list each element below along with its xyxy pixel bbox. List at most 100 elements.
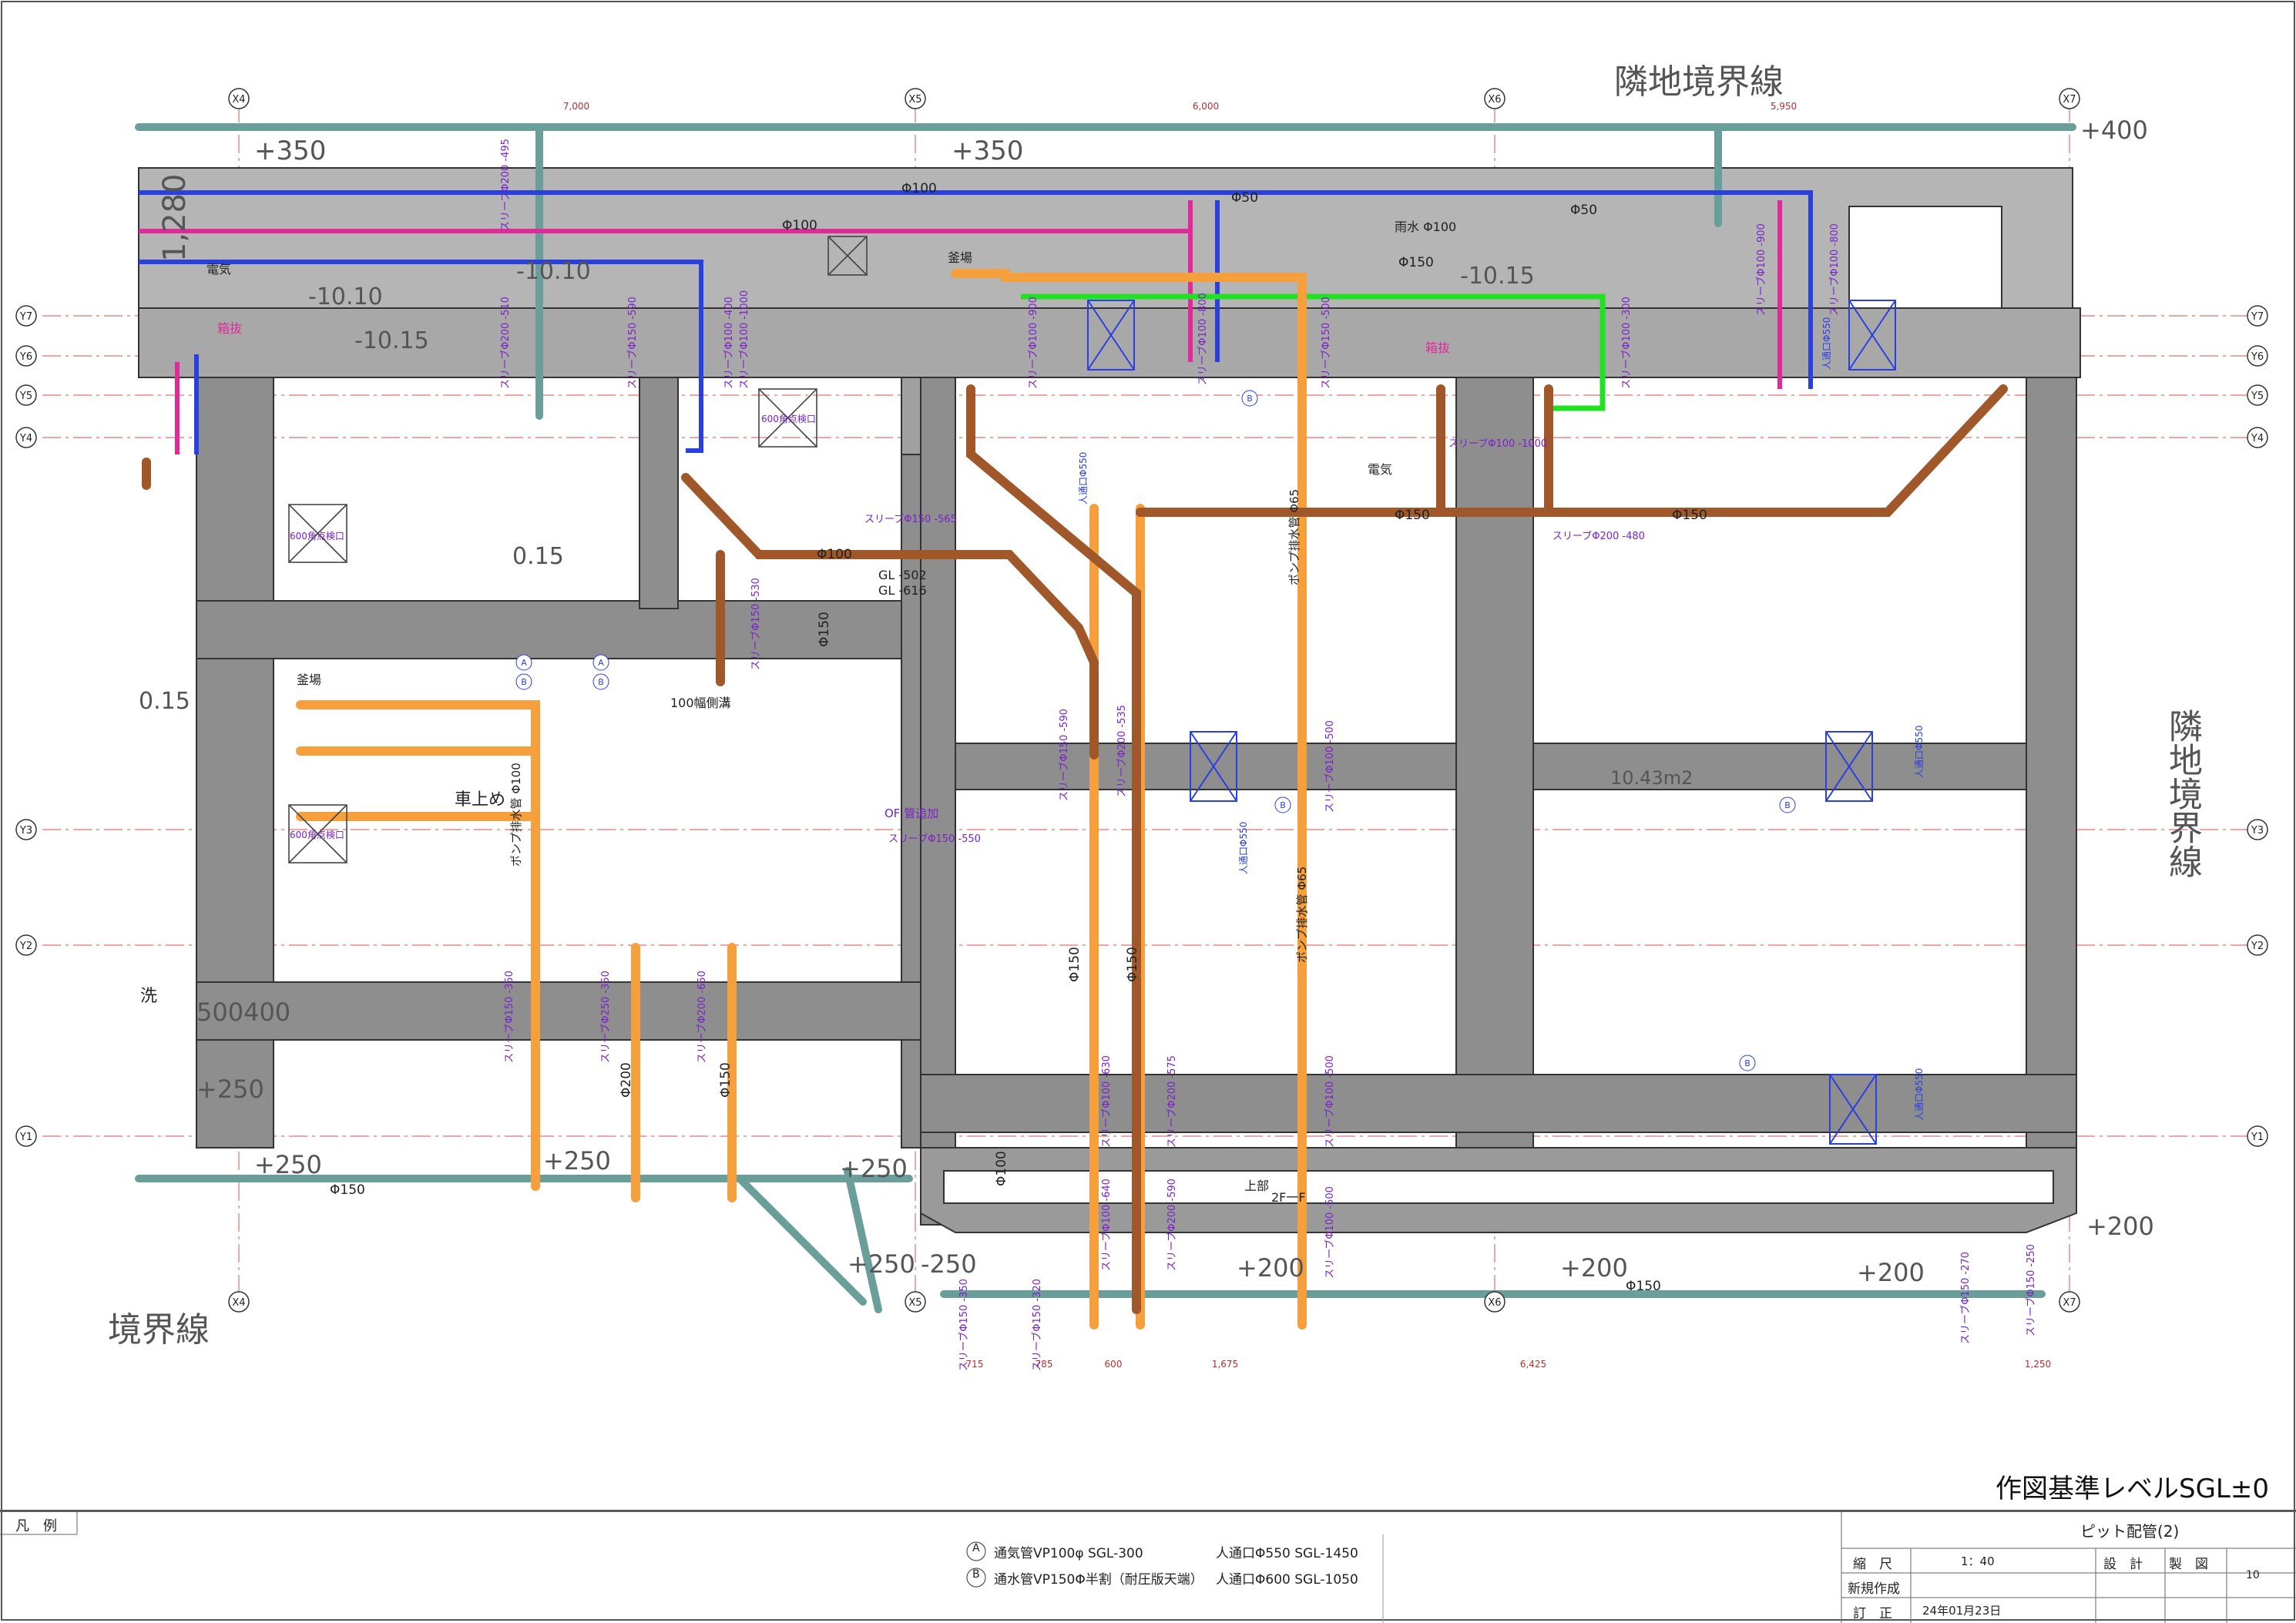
pipe-diameter-label: Φ150 — [817, 612, 832, 647]
gl-note-1: GL -502 — [878, 568, 927, 582]
pipe-diameter-label: Φ150 — [1067, 947, 1083, 982]
marker-letter: B — [1744, 1058, 1751, 1068]
revision-date: 24年01月23日 — [1922, 1604, 2002, 1618]
level-label: +350 — [952, 136, 1023, 166]
sleeve-label: スリーブΦ100 -1000 — [738, 290, 750, 389]
room-label: 箱抜 — [217, 321, 242, 336]
grid-bubble-left-y1: Y1 — [19, 1132, 32, 1143]
pipe-diameter-label: Φ150 — [330, 1182, 365, 1198]
floor-level: -10.10 — [516, 258, 591, 285]
grid-bubble-right-y2: Y2 — [2251, 941, 2264, 952]
manhole-label: 人通口Φ550 — [1078, 452, 1089, 505]
hatch-label: 600角点検口 — [290, 830, 344, 840]
pump-pipe-label: ポンプ排水管 Φ65 — [1287, 489, 1301, 585]
level-label: +250 — [848, 1249, 915, 1279]
room-label: 上部 — [1244, 1179, 1269, 1193]
sleeve-label: スリーブΦ150 -550 — [888, 833, 981, 845]
marker-letter: B — [1784, 800, 1791, 810]
sleeve-label: スリーブΦ150 -350 — [503, 971, 515, 1063]
sheet-name: ピット配管(2) — [2080, 1522, 2180, 1541]
sleeve-label: スリーブΦ100 -800 — [1197, 293, 1209, 385]
scale-label: 縮 尺 — [1853, 1557, 1892, 1572]
marker-letter: B — [1247, 394, 1253, 404]
level-label: +250 — [196, 1075, 264, 1104]
pump-pipe-label: ポンプ排水管 Φ65 — [1295, 867, 1309, 963]
sleeve-label: スリーブΦ200 -650 — [696, 971, 708, 1063]
level-label: 500400 — [196, 998, 290, 1027]
boundary-right-label: 隣地境界線 — [2163, 709, 2202, 878]
floor-level: 0.15 — [139, 688, 190, 715]
sleeve-label: スリーブΦ150 -250 — [2025, 1244, 2037, 1336]
sleeve-label: スリーブΦ200 -510 — [499, 297, 512, 389]
room-label: 100幅側溝 — [670, 696, 731, 710]
room-label: 洗 — [140, 987, 157, 1006]
dimension-bottom: 600 — [1105, 1359, 1123, 1370]
sleeve-label: スリーブΦ200 -590 — [1166, 1179, 1178, 1271]
sleeve-label: スリーブΦ200 -535 — [1116, 705, 1128, 797]
floor-level: -10.15 — [354, 327, 429, 354]
grid-bubble-right-y7: Y7 — [2251, 311, 2264, 323]
legend-title: 凡 例 — [15, 1518, 57, 1534]
sleeve-label: スリーブΦ250 -350 — [599, 971, 612, 1063]
pipe-diameter-label: Φ100 — [901, 181, 937, 196]
legend-marker-b: B — [972, 1568, 980, 1581]
marker-letter: B — [1280, 800, 1286, 810]
level-label: +250 — [254, 1150, 322, 1179]
sleeve-label: スリーブΦ150 -500 — [1320, 297, 1332, 389]
level-label: +200 — [1237, 1253, 1304, 1283]
grid-bubble-right-y4: Y4 — [2251, 433, 2264, 444]
sleeve-label: スリーブΦ200 -480 — [1552, 530, 1645, 542]
sleeve-label: スリーブΦ150 -320 — [1031, 1279, 1043, 1371]
pipe-diameter-label: Φ150 — [1626, 1279, 1661, 1294]
hatch-label: 600角点検口 — [761, 414, 816, 424]
grid-bubble-bottom-x7: X7 — [2063, 1297, 2076, 1309]
grid-bubble-left-y5: Y5 — [19, 391, 32, 402]
room-label: 釜場 — [297, 672, 321, 687]
sleeve-label: スリーブΦ150 -590 — [1058, 709, 1070, 801]
sleeve-label: スリーブΦ200 -575 — [1166, 1055, 1178, 1148]
marker-letter: B — [521, 677, 527, 687]
grid-bubble-right-y1: Y1 — [2251, 1132, 2264, 1143]
level-label: +350 — [254, 136, 326, 166]
sleeve-label: スリーブΦ150 -530 — [750, 578, 762, 670]
grid-bubble-top-x6: X6 — [1488, 94, 1501, 106]
pit-piping-plan: X4 X5 X6 X7 X4 X5 X6 X7 Y7 Y7 Y6 Y6 Y5 Y5 Y4 Y4 Y3 Y3 Y2 Y2… — [1, 1, 2295, 1621]
grid-bubble-top-x7: X7 — [2063, 94, 2076, 106]
sleeve-label: スリーブΦ150 -590 — [626, 297, 639, 389]
floor-level: 1,280 — [157, 173, 193, 262]
pipe-diameter-label: Φ150 — [1398, 255, 1434, 270]
pipe-diameter-label: Φ100 — [994, 1151, 1009, 1186]
sleeve-label: スリーブΦ100 -640 — [1100, 1179, 1113, 1271]
manhole-label: 人通口Φ550 — [1914, 1068, 1925, 1121]
pipe-diameter-label: Φ100 — [782, 218, 817, 233]
boundary-top-label: 隣地境界線 — [1614, 62, 1784, 102]
dimension-top: 7,000 — [563, 101, 589, 112]
floor-level: 0.15 — [512, 543, 564, 570]
sleeve-label: スリーブΦ150 -565 — [864, 513, 957, 525]
legend-area: 凡 例 A 通気管VP100φ SGL-300 B 通水管VP150Φ半割（耐圧… — [0, 1510, 2296, 1623]
manhole-label: 人通口Φ550 — [1238, 822, 1249, 874]
grid-bubble-left-y4: Y4 — [19, 433, 32, 444]
dimension-bottom: 1,675 — [1212, 1359, 1238, 1370]
sleeve-label: スリーブΦ100 -800 — [1828, 223, 1841, 316]
sleeve-label: スリーブΦ100 -500 — [1324, 720, 1336, 813]
grid-bubble-left-y2: Y2 — [19, 941, 32, 952]
room-label: 釜場 — [948, 250, 972, 265]
legend-marker-a: A — [972, 1542, 980, 1554]
dimension-top: 6,000 — [1193, 101, 1219, 112]
pipe-diameter-label: Φ150 — [1672, 508, 1707, 523]
revision-label: 訂 正 — [1853, 1606, 1892, 1621]
marker-letter: A — [521, 658, 527, 668]
legend-item-a: 通気管VP100φ SGL-300 — [994, 1546, 1143, 1561]
sleeve-label: スリーブΦ100 -500 — [1324, 1055, 1336, 1148]
design-label: 設 計 — [2103, 1557, 2143, 1572]
grid-bubble-bottom-x5: X5 — [908, 1297, 921, 1309]
pipe-diameter-label: Φ50 — [1570, 203, 1597, 218]
level-label: -250 — [921, 1249, 977, 1279]
dimension-bottom: 1,250 — [2025, 1359, 2051, 1370]
grid-bubble-left-y3: Y3 — [19, 825, 32, 837]
pipe-diameter-label: Φ150 — [1395, 508, 1430, 523]
sleeve-label: スリーブΦ100 -900 — [1027, 297, 1039, 389]
sleeve-label: スリーブΦ200 -495 — [499, 139, 512, 231]
room-label: 車上め — [455, 790, 505, 810]
